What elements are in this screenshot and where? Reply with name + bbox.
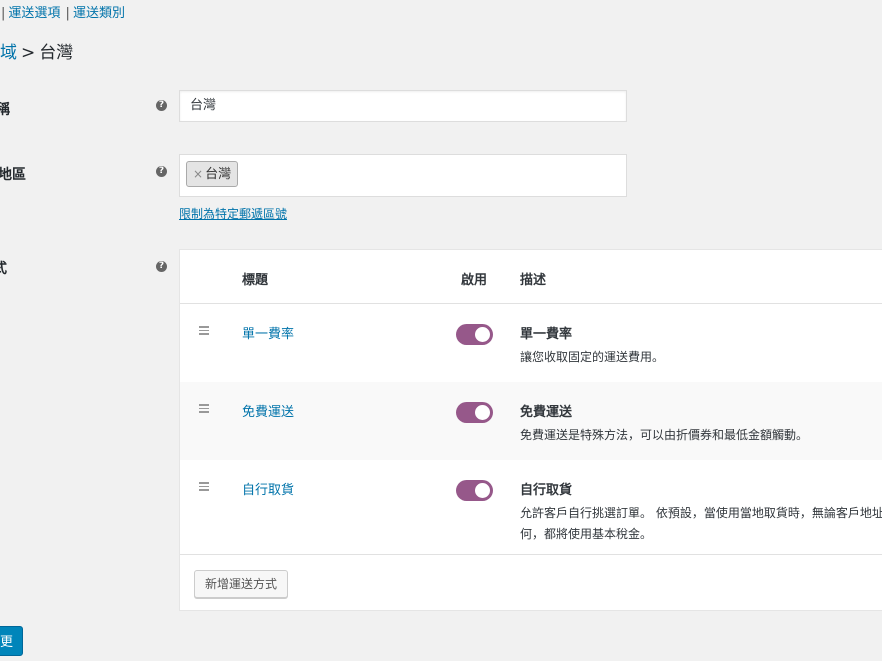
region-chip: × 台灣 bbox=[186, 161, 239, 187]
subnav-shipping-options-link[interactable]: 運送選項 bbox=[8, 6, 60, 21]
column-header-enabled: 啟用 bbox=[461, 273, 488, 288]
subnav-shipping-classes-link[interactable]: 運送類別 bbox=[73, 6, 125, 21]
column-header-title: 標題 bbox=[242, 273, 269, 288]
method-description-text: 免費運送是特殊方法，可以由折價券和最低金額觸動。 bbox=[520, 428, 809, 442]
method-description-title: 自行取貨 bbox=[520, 483, 573, 498]
subnav-separator: | bbox=[1, 6, 6, 21]
drag-handle-icon[interactable] bbox=[199, 404, 209, 415]
breadcrumb-current: 台灣 bbox=[39, 43, 74, 63]
breadcrumb: 域 > 台灣 bbox=[0, 38, 73, 63]
toggle-knob bbox=[475, 483, 490, 498]
method-title-link[interactable]: 單一費率 bbox=[242, 323, 294, 342]
column-header-description: 描述 bbox=[520, 273, 547, 288]
help-icon[interactable]: ? bbox=[156, 261, 167, 272]
method-enabled-toggle[interactable] bbox=[456, 402, 493, 423]
method-title-link[interactable]: 免費運送 bbox=[242, 401, 294, 420]
drag-handle-icon[interactable] bbox=[199, 326, 209, 337]
method-description-title: 單一費率 bbox=[520, 327, 573, 342]
toggle-knob bbox=[475, 327, 490, 342]
table-row: 自行取貨 自行取貨 允許客戶自行挑選訂單。 依預設，當使用當地取貨時，無論客戶地… bbox=[180, 460, 882, 554]
method-title-link[interactable]: 自行取貨 bbox=[242, 479, 294, 498]
subsubsub-nav: | 運送選項 | 運送類別 bbox=[0, 2, 125, 21]
zone-name-input[interactable]: 台灣 bbox=[179, 90, 627, 122]
table-row: 單一費率 單一費率 讓您收取固定的運送費用。 bbox=[180, 304, 882, 382]
toggle-knob bbox=[475, 405, 490, 420]
method-enabled-toggle[interactable] bbox=[456, 324, 493, 345]
drag-handle-icon[interactable] bbox=[199, 482, 209, 493]
breadcrumb-parent-link[interactable]: 域 bbox=[0, 43, 17, 63]
table-footer: 新增運送方式 bbox=[180, 554, 882, 611]
table-header: 標題 啟用 描述 bbox=[180, 250, 882, 304]
subnav-separator: | bbox=[65, 6, 70, 21]
shipping-methods-label: 式 bbox=[0, 258, 7, 278]
zone-regions-label: 地區 bbox=[0, 167, 26, 183]
region-chip-label: 台灣 bbox=[205, 167, 232, 182]
table-row: 免費運送 免費運送 免費運送是特殊方法，可以由折價券和最低金額觸動。 bbox=[180, 382, 882, 460]
limit-postcodes-link[interactable]: 限制為特定郵遞區號 bbox=[179, 205, 287, 222]
method-description-title: 免費運送 bbox=[520, 405, 573, 420]
shipping-methods-table: 標題 啟用 描述 單一費率 單一費率 讓您收取固定的運送費用。 免費運送 免費運… bbox=[179, 249, 882, 611]
save-changes-button[interactable]: 變更 bbox=[0, 626, 23, 656]
chip-remove-icon[interactable]: × bbox=[193, 167, 203, 181]
zone-regions-select[interactable]: × 台灣 bbox=[179, 154, 627, 197]
zone-name-label: 稱 bbox=[0, 102, 10, 118]
help-icon[interactable]: ? bbox=[156, 166, 167, 177]
method-enabled-toggle[interactable] bbox=[456, 480, 493, 501]
method-description-text: 讓您收取固定的運送費用。 bbox=[520, 350, 665, 364]
method-description-text: 允許客戶自行挑選訂單。 依預設，當使用當地取貨時，無論客戶地址為何，都將使用基本… bbox=[520, 506, 882, 541]
help-icon[interactable]: ? bbox=[156, 100, 167, 111]
breadcrumb-separator: > bbox=[21, 43, 36, 63]
add-shipping-method-button[interactable]: 新增運送方式 bbox=[194, 570, 289, 598]
